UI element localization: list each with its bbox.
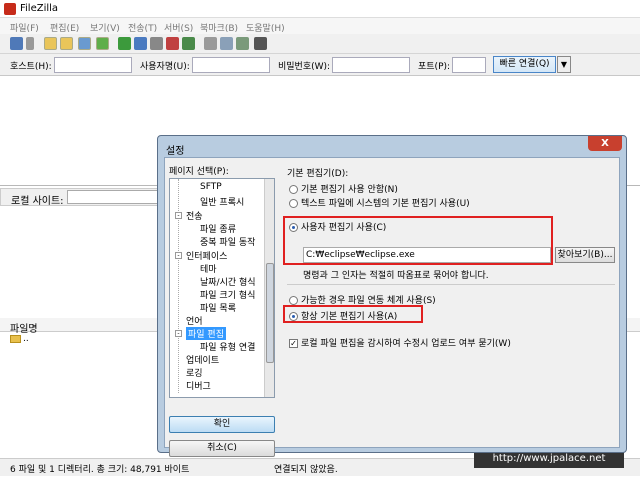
toggle-remote-tree-icon[interactable] — [78, 37, 91, 50]
process-queue-icon[interactable] — [134, 37, 147, 50]
cancel-button[interactable]: 취소(C) — [169, 440, 275, 457]
settings-dialog: 설정 X 페이지 선택(P): SFTP 일반 프록시 - 전송 파일 종류 중… — [157, 135, 627, 457]
local-status: 6 파일 및 1 디렉터리. 총 크기: 48,791 바이트 — [10, 465, 190, 475]
page-select-label: 페이지 선택(P): — [169, 167, 229, 177]
default-editor-header: 기본 편집기(D): — [287, 169, 349, 179]
highlight-box-always-default — [283, 305, 423, 323]
dialog-title: 설정 — [166, 146, 185, 157]
tree-scroll-thumb[interactable] — [266, 263, 274, 363]
toolbar — [0, 34, 640, 54]
folder-icon — [10, 334, 21, 343]
toggle-local-tree-icon[interactable] — [60, 37, 73, 50]
cancel-icon[interactable] — [150, 37, 163, 50]
radio-no-editor[interactable]: 기본 편집기 사용 안함(N) — [289, 182, 398, 195]
list-item[interactable]: .. — [10, 334, 29, 344]
menu-transfer[interactable]: 전송(T) — [128, 21, 157, 34]
host-label: 호스트(H): — [10, 62, 52, 72]
menu-bookmarks[interactable]: 북마크(B) — [200, 21, 238, 34]
disconnect-icon[interactable] — [166, 37, 179, 50]
toggle-queue-icon[interactable] — [96, 37, 109, 50]
radio-system-editor[interactable]: 텍스트 파일에 시스템의 기본 편집기 사용(U) — [289, 196, 470, 209]
user-input[interactable] — [192, 57, 270, 73]
window-title: FileZilla — [20, 3, 59, 14]
highlight-box-custom-editor — [283, 216, 553, 265]
tree-item-file-lists[interactable]: 파일 목록 — [200, 301, 236, 314]
checkmark-icon: ✓ — [289, 339, 298, 348]
ok-button[interactable]: 확인 — [169, 416, 275, 433]
tree-item-file-exists-action[interactable]: 중복 파일 동작 — [200, 235, 255, 248]
title-bar: FileZilla — [0, 0, 640, 18]
tree-item-language[interactable]: 언어 — [186, 314, 203, 327]
find-icon[interactable] — [254, 37, 267, 50]
divider — [287, 284, 615, 285]
local-site-label: 로컬 사이트: — [11, 196, 64, 207]
user-label: 사용자명(U): — [140, 62, 190, 72]
tree-item-file-types[interactable]: 파일 종류 — [200, 222, 236, 235]
parent-dir-label: .. — [23, 334, 29, 344]
filter-icon[interactable] — [204, 37, 217, 50]
dialog-body: 페이지 선택(P): SFTP 일반 프록시 - 전송 파일 종류 중복 파일 … — [164, 157, 620, 457]
tree-scrollbar[interactable] — [264, 179, 274, 397]
refresh-icon[interactable] — [118, 37, 131, 50]
menu-file[interactable]: 파일(F) — [10, 21, 39, 34]
tree-item-sftp[interactable]: SFTP — [200, 182, 222, 192]
quickconnect-bar: 호스트(H): 사용자명(U): 비밀번호(W): 포트(P): 빠른 연결(Q… — [0, 54, 640, 76]
collapse-icon[interactable]: - — [175, 212, 182, 219]
tree-item-date-time-format[interactable]: 날짜/시간 형식 — [200, 275, 256, 288]
watch-files-label: 로컬 파일 편집을 감시하여 수정시 업로드 여부 묻기(W) — [301, 339, 511, 349]
browse-button[interactable]: 찾아보기(B)... — [555, 247, 615, 263]
tree-item-filetype-associations[interactable]: 파일 유형 연결 — [200, 340, 255, 353]
port-input[interactable] — [452, 57, 486, 73]
radio-system-editor-label: 텍스트 파일에 시스템의 기본 편집기 사용(U) — [301, 199, 470, 209]
sync-browse-icon[interactable] — [236, 37, 249, 50]
tree-item-themes[interactable]: 테마 — [200, 262, 217, 275]
watch-files-checkbox[interactable]: ✓ 로컬 파일 편집을 감시하여 수정시 업로드 여부 묻기(W) — [289, 336, 511, 349]
reconnect-icon[interactable] — [182, 37, 195, 50]
radio-icon — [289, 185, 298, 194]
toggle-log-icon[interactable] — [44, 37, 57, 50]
tree-item-filesize-format[interactable]: 파일 크기 형식 — [200, 288, 255, 301]
quote-hint: 명령과 그 인자는 적절히 따옴표로 묶어야 합니다. — [303, 271, 489, 281]
settings-tree[interactable]: SFTP 일반 프록시 - 전송 파일 종류 중복 파일 동작 - 인터페이스 … — [169, 178, 275, 398]
tree-item-updates[interactable]: 업데이트 — [186, 353, 219, 366]
filezilla-app-icon — [4, 3, 16, 15]
radio-no-editor-label: 기본 편집기 사용 안함(N) — [301, 185, 398, 195]
tree-item-logging[interactable]: 로깅 — [186, 366, 203, 379]
close-icon[interactable]: X — [588, 136, 622, 151]
radio-icon — [289, 199, 298, 208]
tree-item-generic-proxy[interactable]: 일반 프록시 — [200, 195, 244, 208]
tree-item-debug[interactable]: 디버그 — [186, 379, 211, 392]
menu-server[interactable]: 서버(S) — [164, 21, 193, 34]
radio-icon — [289, 296, 298, 305]
column-filename[interactable]: 파일명 — [10, 320, 38, 335]
menu-help[interactable]: 도움말(H) — [246, 21, 285, 34]
file-editing-panel: 기본 편집기(D): 기본 편집기 사용 안함(N) 텍스트 파일에 시스템의 … — [283, 164, 617, 434]
port-label: 포트(P): — [418, 62, 451, 72]
compare-icon[interactable] — [220, 37, 233, 50]
site-manager-icon[interactable] — [10, 37, 23, 50]
collapse-icon[interactable]: - — [175, 252, 182, 259]
menu-bar: 파일(F) 편집(E) 보기(V) 전송(T) 서버(S) 북마크(B) 도움말… — [0, 18, 640, 34]
password-input[interactable] — [332, 57, 410, 73]
collapse-icon[interactable]: - — [175, 330, 182, 337]
tree-item-file-editing[interactable]: 파일 편집 — [186, 327, 226, 340]
remote-status: 연결되지 않았음. — [274, 465, 338, 475]
menu-view[interactable]: 보기(V) — [90, 21, 120, 34]
quickconnect-button[interactable]: 빠른 연결(Q) — [493, 56, 556, 73]
menu-edit[interactable]: 편집(E) — [50, 21, 79, 34]
tree-item-transfers[interactable]: 전송 — [186, 209, 203, 222]
password-label: 비밀번호(W): — [278, 62, 331, 72]
tree-item-interface[interactable]: 인터페이스 — [186, 249, 227, 262]
quickconnect-dropdown-icon[interactable]: ▼ — [557, 56, 571, 73]
host-input[interactable] — [54, 57, 132, 73]
site-dropdown-icon[interactable] — [26, 37, 34, 50]
